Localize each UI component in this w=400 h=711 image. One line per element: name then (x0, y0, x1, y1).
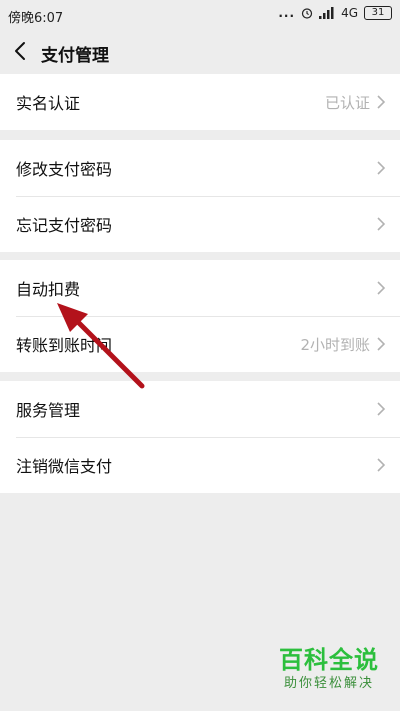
row-label: 转账到账时间 (16, 336, 113, 355)
row-auto-deduction[interactable]: 自动扣费 (0, 260, 400, 316)
row-label: 忘记支付密码 (16, 216, 113, 235)
row-change-pay-password[interactable]: 修改支付密码 (0, 140, 400, 196)
network-type: 4G (341, 6, 358, 20)
notification-dots: ... (278, 6, 296, 20)
row-label: 服务管理 (16, 401, 81, 420)
row-service-management[interactable]: 服务管理 (0, 381, 400, 437)
group-verification: 实名认证 已认证 (0, 74, 400, 130)
row-value: 已认证 (324, 93, 370, 112)
chevron-right-icon (377, 95, 386, 109)
chevron-right-icon (377, 402, 386, 416)
page-title: 支付管理 (41, 46, 109, 66)
back-arrow-icon[interactable] (10, 40, 32, 62)
chevron-right-icon (377, 458, 386, 472)
group-password: 修改支付密码 忘记支付密码 (0, 140, 400, 252)
row-value: 2小时到账 (300, 335, 370, 354)
status-bar: 傍晚6:07 ... 4G 31 (0, 0, 400, 30)
alarm-icon (301, 8, 313, 19)
group-deduction: 自动扣费 转账到账时间 2小时到账 (0, 260, 400, 372)
group-service: 服务管理 注销微信支付 (0, 381, 400, 493)
watermark-subtitle: 助你轻松解决 (283, 676, 374, 691)
battery-level: 31 (371, 7, 385, 18)
row-label: 注销微信支付 (16, 457, 113, 476)
watermark-logo: 百科全说 助你轻松解决 (266, 645, 392, 705)
row-transfer-arrival-time[interactable]: 转账到账时间 2小时到账 (0, 316, 400, 372)
row-real-name-auth[interactable]: 实名认证 已认证 (0, 74, 400, 130)
nav-bar: 支付管理 (0, 30, 400, 74)
status-time: 傍晚6:07 (8, 11, 64, 26)
row-cancel-wechat-pay[interactable]: 注销微信支付 (0, 437, 400, 493)
chevron-right-icon (377, 161, 386, 175)
row-label: 实名认证 (16, 94, 81, 113)
row-label: 自动扣费 (16, 280, 81, 299)
chevron-right-icon (377, 281, 386, 295)
row-forgot-pay-password[interactable]: 忘记支付密码 (0, 196, 400, 252)
status-indicators: ... 4G 31 (278, 6, 392, 20)
battery-icon: 31 (364, 6, 392, 20)
row-label: 修改支付密码 (16, 160, 113, 179)
watermark-title: 百科全说 (279, 646, 379, 674)
signal-icon (319, 7, 334, 19)
chevron-right-icon (377, 217, 386, 231)
chevron-right-icon (377, 337, 386, 351)
